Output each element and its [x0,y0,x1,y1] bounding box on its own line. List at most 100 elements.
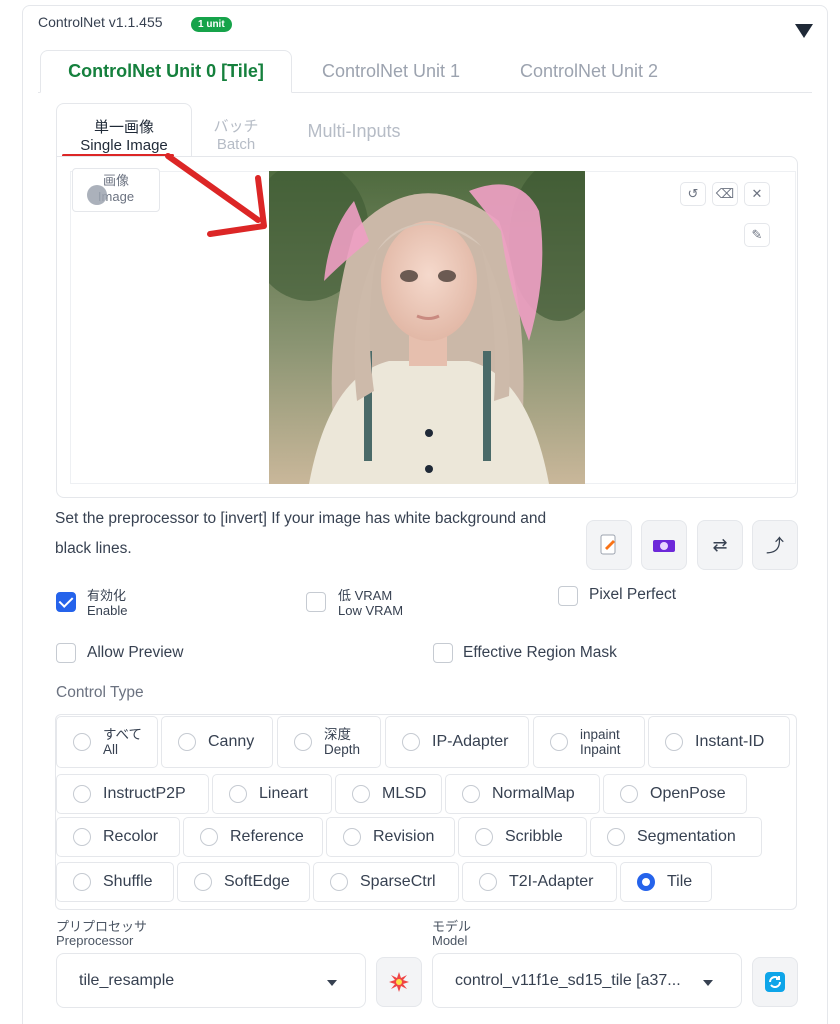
radio-dot [73,873,91,891]
pixel-perfect-label: Pixel Perfect [589,586,677,603]
radio-dot [462,785,480,803]
model-label-jp: モデル [432,919,472,934]
radio-scribble-label: Scribble [505,828,563,845]
tab-batch[interactable]: バッチ Batch [208,103,264,157]
tab-unit-0[interactable]: ControlNet Unit 0 [Tile] [40,50,292,93]
radio-revision[interactable]: Revision [326,817,455,857]
radio-inpaint[interactable]: inpaint Inpaint [533,716,645,768]
radio-revision-label: Revision [373,828,435,845]
tab-unit-1[interactable]: ControlNet Unit 1 [296,50,486,93]
effective-region-mask-checkbox[interactable] [433,643,453,663]
curve-arrow-icon[interactable]: ⤴ [752,520,798,570]
model-value: control_v11f1e_sd15_tile [a37... [455,971,681,989]
image-label-en: Image [97,189,135,204]
radio-shuffle[interactable]: Shuffle [56,862,174,902]
radio-depth[interactable]: 深度 Depth [277,716,381,768]
allow-preview-checkbox[interactable] [56,643,76,663]
radio-recolor[interactable]: Recolor [56,817,180,857]
radio-t2i-adapter[interactable]: T2I-Adapter [462,862,617,902]
run-preprocessor-explosion-icon[interactable] [376,957,422,1007]
radio-dot-selected [637,873,655,891]
eraser-icon[interactable]: ⌫ [712,182,738,206]
radio-openpose[interactable]: OpenPose [603,774,747,814]
enable-checkbox[interactable] [56,592,76,612]
radio-dot [607,828,625,846]
allow-preview-label: Allow Preview [87,644,184,661]
radio-depth-en: Depth [324,742,361,757]
unit-count-badge: 1 unit [191,17,232,32]
radio-dot [402,733,420,751]
close-icon[interactable]: ✕ [744,182,770,206]
radio-tile-label: Tile [667,873,693,890]
tab-single-image[interactable]: 単一画像 Single Image [56,103,192,157]
radio-dot [200,828,218,846]
radio-lineart[interactable]: Lineart [212,774,332,814]
radio-inpaint-jp: inpaint [580,727,620,742]
radio-dot [73,733,91,751]
radio-instant-id-label: Instant-ID [695,733,765,750]
radio-mlsd[interactable]: MLSD [335,774,442,814]
control-type-label: Control Type [56,684,144,701]
preprocessor-hint: Set the preprocessor to [invert] If your… [55,510,547,557]
low-vram-label-en: Low VRAM [338,603,404,618]
radio-dot [73,828,91,846]
radio-all-en: All [103,742,119,757]
radio-ip-adapter[interactable]: IP-Adapter [385,716,529,768]
radio-normalmap[interactable]: NormalMap [445,774,600,814]
radio-dot [73,785,91,803]
preprocessor-dropdown[interactable]: tile_resample [56,953,366,1008]
swap-icon[interactable]: ⇄ [697,520,743,570]
brush-icon[interactable]: ✎ [744,223,770,247]
tab-multi-inputs[interactable]: Multi-Inputs [292,103,416,157]
radio-dot [194,873,212,891]
collapse-triangle-icon[interactable] [795,24,813,38]
radio-all[interactable]: すべて All [56,716,158,768]
radio-reference-label: Reference [230,828,304,845]
radio-dot [479,873,497,891]
radio-instant-id[interactable]: Instant-ID [648,716,790,768]
radio-canny[interactable]: Canny [161,716,273,768]
accordion-title[interactable]: ControlNet v1.1.455 [38,14,163,30]
edit-document-icon[interactable] [586,520,632,570]
pixel-perfect-checkbox[interactable] [558,586,578,606]
enable-label-en: Enable [87,603,128,618]
model-label: モデル Model [432,920,471,948]
image-label-jp: 画像 [102,173,129,188]
radio-dot [352,785,370,803]
radio-softedge-label: SoftEdge [224,873,290,890]
radio-depth-jp: 深度 [324,727,351,742]
radio-ip-adapter-label: IP-Adapter [432,733,509,750]
radio-openpose-label: OpenPose [650,785,726,802]
radio-segmentation[interactable]: Segmentation [590,817,762,857]
radio-dot [178,733,196,751]
uploaded-image [269,171,585,484]
radio-lineart-label: Lineart [259,785,308,802]
tab-batch-jp: バッチ [213,118,259,135]
reset-icon[interactable]: ↺ [680,182,706,206]
radio-reference[interactable]: Reference [183,817,323,857]
preprocessor-label-en: Preprocessor [56,933,134,948]
tab-unit-2[interactable]: ControlNet Unit 2 [494,50,684,93]
radio-tile[interactable]: Tile [620,862,712,902]
radio-sparsectrl[interactable]: SparseCtrl [313,862,459,902]
radio-mlsd-label: MLSD [382,785,427,802]
info-icon [87,185,107,205]
low-vram-label-jp: 低 VRAM [338,588,393,603]
low-vram-checkbox[interactable] [306,592,326,612]
radio-softedge[interactable]: SoftEdge [177,862,310,902]
radio-dot [343,828,361,846]
radio-instructp2p[interactable]: InstructP2P [56,774,209,814]
refresh-models-icon[interactable] [752,957,798,1007]
radio-dot [550,733,568,751]
model-dropdown[interactable]: control_v11f1e_sd15_tile [a37... [432,953,742,1008]
radio-scribble[interactable]: Scribble [458,817,587,857]
preprocessor-label: プリプロセッサ Preprocessor [56,920,147,948]
camera-icon[interactable] [641,520,687,570]
tab-single-image-jp: 単一画像 [93,119,154,136]
chevron-down-icon [327,980,337,986]
radio-recolor-label: Recolor [103,828,159,845]
chevron-down-icon [703,980,713,986]
image-input-label: 画像 Image [72,168,160,212]
enable-label-jp: 有効化 [87,588,127,603]
radio-inpaint-en: Inpaint [580,742,621,757]
